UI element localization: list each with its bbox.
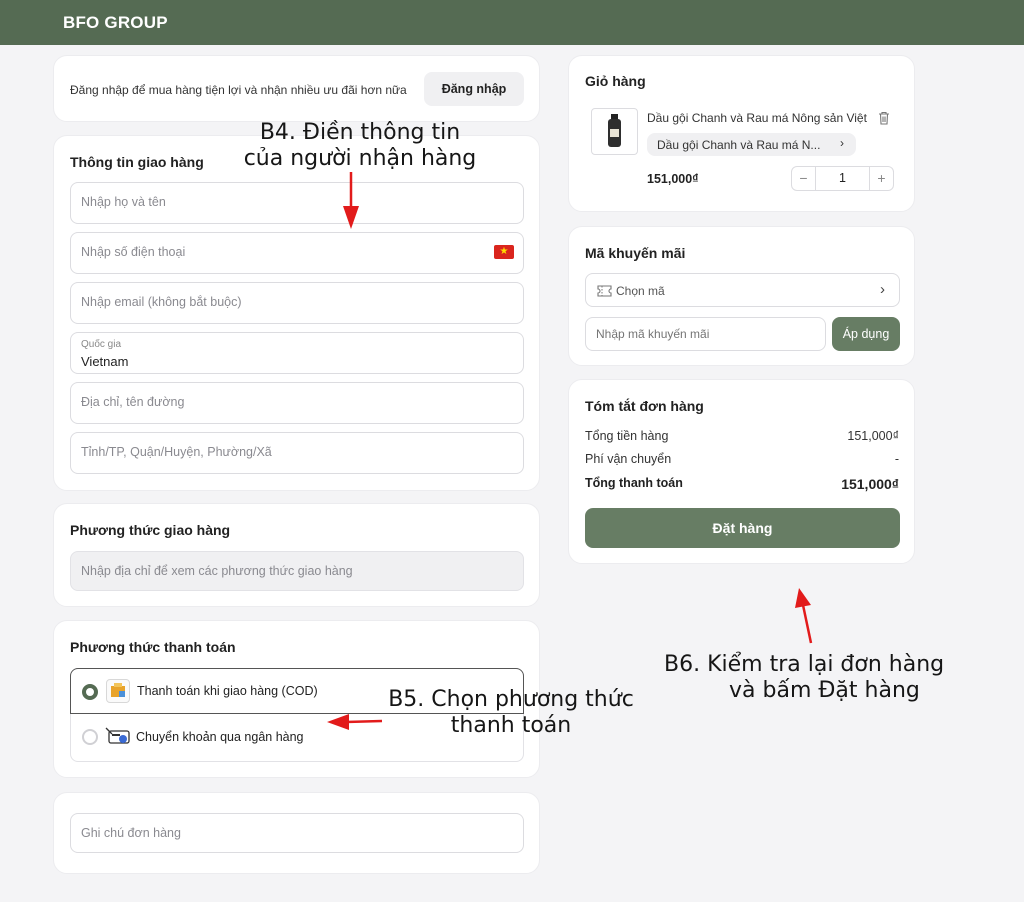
total-row: Tổng thanh toán 151,000₫	[585, 476, 899, 492]
shipping-fee-value: -	[894, 452, 899, 466]
name-field[interactable]	[70, 182, 524, 224]
annotation-b4: B4. Điền thông tin của người nhận hàng	[215, 120, 505, 173]
brand-logo[interactable]: BFO GROUP	[63, 13, 168, 33]
region-input[interactable]	[81, 445, 481, 459]
annotation-b5-line2: thanh toán	[450, 713, 572, 739]
address-field[interactable]	[70, 382, 524, 424]
note-input[interactable]	[81, 826, 481, 840]
apply-promo-button[interactable]: Áp dụng	[832, 317, 900, 351]
top-bar: BFO GROUP	[0, 0, 1024, 45]
cod-label: Thanh toán khi giao hàng (COD)	[137, 684, 318, 698]
shipping-method-card: Phương thức giao hàng Nhập địa chỉ để xe…	[53, 503, 540, 607]
order-summary-card: Tóm tắt đơn hàng Tổng tiền hàng 151,000₫…	[568, 379, 915, 564]
cart-card: Giỏ hàng Dầu gội Chanh và Rau má Nông sả…	[568, 55, 915, 212]
subtotal-value: 151,000₫	[847, 429, 899, 443]
shipping-method-placeholder-box: Nhập địa chỉ để xem các phương thức giao…	[70, 551, 524, 591]
promo-card: Mã khuyến mãi Chọn mã › Áp dụng	[568, 226, 915, 366]
chevron-right-icon: ›	[840, 136, 844, 150]
total-label: Tổng thanh toán	[585, 476, 683, 490]
phone-field[interactable]: ★	[70, 232, 524, 274]
total-value: 151,000₫	[841, 476, 899, 492]
vietnam-flag-icon[interactable]: ★	[494, 245, 514, 259]
shampoo-bottle-icon	[608, 114, 621, 147]
quantity-value[interactable]: 1	[816, 167, 869, 190]
subtotal-label: Tổng tiền hàng	[585, 429, 669, 443]
variant-label: Dầu gội Chanh và Rau má N...	[657, 138, 821, 152]
shipping-info-title: Thông tin giao hàng	[70, 154, 204, 170]
address-input[interactable]	[81, 395, 481, 409]
product-name[interactable]: Dầu gội Chanh và Rau má Nông sản Việt	[647, 111, 867, 125]
country-value: Vietnam	[81, 354, 129, 369]
arrow-up-to-order-button	[795, 588, 813, 644]
annotation-b5: B5. Chọn phương thức thanh toán	[366, 687, 656, 740]
annotation-b6-line2: và bấm Đặt hàng	[729, 678, 920, 704]
login-message: Đăng nhập để mua hàng tiện lợi và nhận n…	[70, 83, 407, 97]
bank-radio[interactable]	[82, 729, 98, 745]
promo-code-field[interactable]	[585, 317, 826, 351]
shipping-info-card: Thông tin giao hàng ★ Quốc gia Vietnam	[53, 135, 540, 491]
chevron-right-icon: ›	[880, 281, 885, 298]
email-field[interactable]	[70, 282, 524, 324]
note-card	[53, 792, 540, 874]
annotation-b6: B6. Kiểm tra lại đơn hàng và bấm Đặt hàn…	[664, 652, 1008, 705]
quantity-stepper: − 1 +	[791, 166, 894, 191]
ticket-icon	[597, 284, 612, 297]
trash-icon[interactable]	[878, 111, 890, 125]
choose-voucher-button[interactable]: Chọn mã ›	[585, 273, 900, 307]
annotation-b6-line1: B6. Kiểm tra lại đơn hàng	[664, 652, 945, 677]
summary-title: Tóm tắt đơn hàng	[585, 398, 704, 414]
product-price: 151,000₫	[647, 172, 699, 186]
cash-icon	[106, 679, 130, 703]
choose-voucher-label: Chọn mã	[616, 284, 665, 298]
variant-select[interactable]: Dầu gội Chanh và Rau má N... ›	[647, 133, 856, 156]
increase-button[interactable]: +	[869, 167, 893, 190]
note-field[interactable]	[70, 813, 524, 853]
shipping-fee-row: Phí vận chuyển -	[585, 452, 899, 466]
bank-label: Chuyển khoản qua ngân hàng	[136, 730, 304, 744]
promo-title: Mã khuyến mãi	[585, 245, 686, 261]
shipping-method-placeholder: Nhập địa chỉ để xem các phương thức giao…	[81, 564, 353, 578]
name-input[interactable]	[81, 195, 481, 209]
cart-title: Giỏ hàng	[585, 73, 646, 89]
shipping-method-title: Phương thức giao hàng	[70, 522, 231, 538]
annotation-b5-line1: B5. Chọn phương thức	[388, 687, 634, 712]
payment-method-title: Phương thức thanh toán	[70, 639, 236, 655]
login-button[interactable]: Đăng nhập	[424, 72, 524, 106]
subtotal-row: Tổng tiền hàng 151,000₫	[585, 429, 899, 443]
bank-transfer-icon	[104, 724, 132, 746]
product-thumbnail[interactable]	[591, 108, 638, 155]
decrease-button[interactable]: −	[792, 167, 816, 190]
region-field[interactable]	[70, 432, 524, 474]
place-order-button[interactable]: Đặt hàng	[585, 508, 900, 548]
cod-radio[interactable]	[82, 684, 98, 700]
promo-code-input[interactable]	[596, 327, 816, 341]
annotation-b4-line1: B4. Điền thông tin	[259, 120, 461, 145]
phone-input[interactable]	[81, 245, 481, 259]
annotation-b4-line2: của người nhận hàng	[243, 146, 477, 172]
country-select[interactable]: Quốc gia Vietnam	[70, 332, 524, 374]
shipping-fee-label: Phí vận chuyển	[585, 452, 672, 466]
login-card: Đăng nhập để mua hàng tiện lợi và nhận n…	[53, 55, 540, 122]
country-label: Quốc gia	[81, 339, 122, 350]
email-input[interactable]	[81, 295, 481, 309]
